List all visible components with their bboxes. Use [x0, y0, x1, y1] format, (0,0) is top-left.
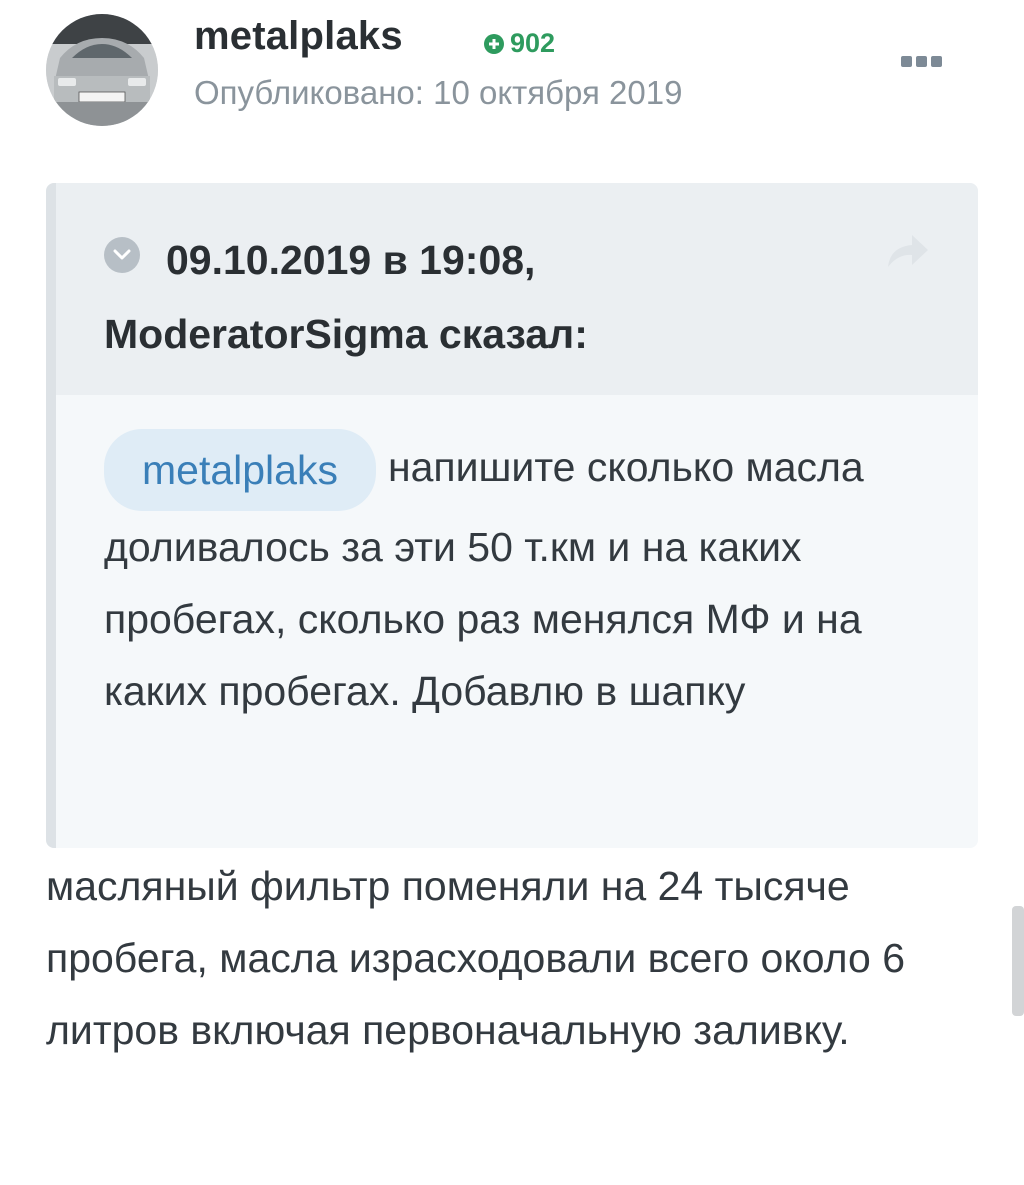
more-icon-dot: [931, 56, 942, 67]
author-name[interactable]: metalplaks: [194, 14, 403, 59]
post-content: масляный фильтр поменяли на 24 тысяче пр…: [46, 863, 906, 1053]
more-icon: [901, 56, 912, 67]
quote-citation: 09.10.2019 в 19:08, ModeratorSigma сказа…: [104, 237, 588, 357]
published-date: 10 октября 2019: [433, 74, 683, 111]
more-icon-dot: [916, 56, 927, 67]
published-label: Опубликовано:: [194, 74, 424, 111]
quote-share-button[interactable]: [884, 231, 932, 276]
reputation-badge: 902: [484, 28, 555, 59]
reputation-count: 902: [510, 28, 556, 58]
user-mention[interactable]: metalplaks: [104, 429, 376, 511]
more-options-button[interactable]: [899, 54, 944, 69]
share-arrow-icon: [888, 235, 928, 267]
plus-circle-icon: [484, 33, 504, 54]
post-date: Опубликовано: 10 октября 2019: [194, 74, 682, 112]
quote-block: 09.10.2019 в 19:08, ModeratorSigma сказа…: [46, 183, 978, 848]
quote-body: metalplaks напишите сколько масла доливал…: [104, 429, 934, 727]
avatar[interactable]: [46, 14, 158, 126]
scrollbar-thumb[interactable]: [1012, 906, 1024, 1016]
forum-post: metalplaks 902 Опубликовано: 10 октября …: [0, 0, 1024, 1185]
avatar-image: [46, 14, 158, 126]
quote-border: [46, 183, 56, 848]
